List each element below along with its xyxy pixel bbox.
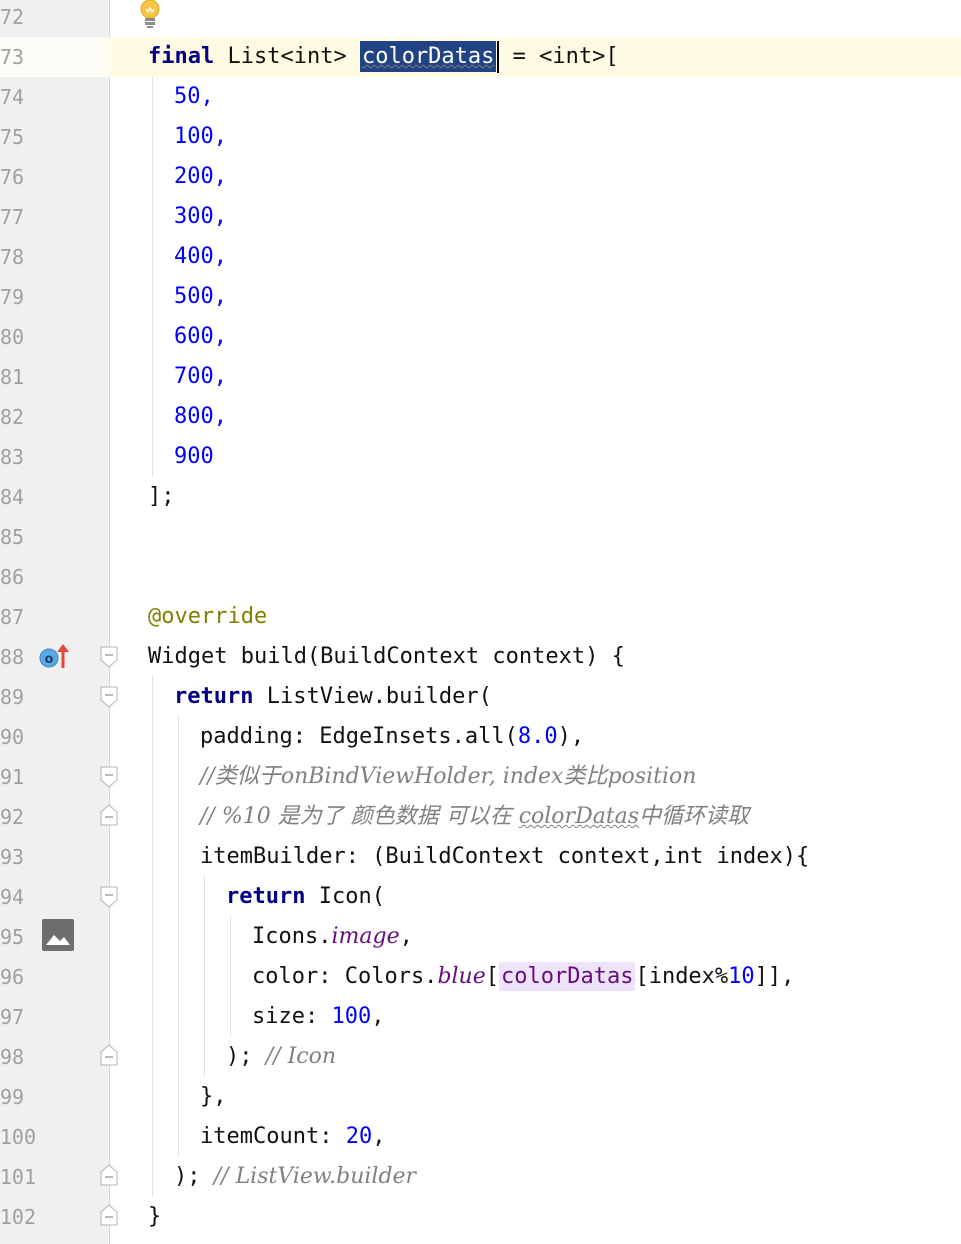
line-number: 75: [0, 125, 25, 149]
line-number: 89: [0, 685, 25, 709]
code-text[interactable]: },: [200, 1077, 227, 1117]
line-number: 76: [0, 165, 25, 189]
fold-end-icon[interactable]: [100, 1164, 118, 1186]
code-text[interactable]: }: [148, 1197, 161, 1237]
code-text[interactable]: ); // ListView.builder: [174, 1157, 416, 1197]
fold-end-icon[interactable]: [100, 1204, 118, 1226]
fold-end-icon[interactable]: [100, 1044, 118, 1066]
svg-text:o: o: [45, 652, 54, 667]
line-number: 93: [0, 845, 25, 869]
line-number: 102: [0, 1205, 36, 1229]
lightbulb-icon[interactable]: [139, 0, 161, 33]
line-number: 77: [0, 205, 25, 229]
code-text[interactable]: @override: [148, 597, 267, 637]
code-text[interactable]: final List<int> colorDatas = <int>[: [148, 37, 619, 77]
code-text[interactable]: 100,: [174, 117, 227, 157]
line-number: 79: [0, 285, 25, 309]
code-text[interactable]: 200,: [174, 157, 227, 197]
line-number: 82: [0, 405, 25, 429]
line-number: 73: [0, 45, 25, 69]
code-text[interactable]: 50,: [174, 77, 214, 117]
line-number: 88: [0, 645, 25, 669]
code-line: 72: [0, 0, 961, 37]
variable-reference-highlight[interactable]: colorDatas: [499, 962, 636, 991]
line-number: 81: [0, 365, 25, 389]
line-number: 98: [0, 1045, 25, 1069]
fold-collapse-icon[interactable]: [100, 646, 118, 668]
line-number: 96: [0, 965, 25, 989]
line-number: 87: [0, 605, 25, 629]
code-text[interactable]: 900: [174, 437, 214, 477]
code-text[interactable]: itemBuilder: (BuildContext context,int i…: [200, 837, 809, 877]
fold-collapse-icon[interactable]: [100, 766, 118, 788]
fold-collapse-icon[interactable]: [100, 686, 118, 708]
line-number: 84: [0, 485, 25, 509]
line-number: 95: [0, 925, 25, 949]
line-number: 83: [0, 445, 25, 469]
code-text[interactable]: 800,: [174, 397, 227, 437]
code-text[interactable]: 300,: [174, 197, 227, 237]
code-text[interactable]: 700,: [174, 357, 227, 397]
code-text[interactable]: 400,: [174, 237, 227, 277]
line-number: 97: [0, 1005, 25, 1029]
override-method-icon[interactable]: o: [39, 640, 71, 676]
line-number: 91: [0, 765, 25, 789]
fold-collapse-icon[interactable]: [100, 886, 118, 908]
fold-end-icon[interactable]: [100, 804, 118, 826]
code-text[interactable]: 500,: [174, 277, 227, 317]
line-number: 99: [0, 1085, 25, 1109]
code-text[interactable]: 600,: [174, 317, 227, 357]
code-text[interactable]: ];: [148, 477, 175, 517]
code-text[interactable]: itemCount: 20,: [200, 1117, 385, 1157]
line-number: 100: [0, 1125, 36, 1149]
selected-variable[interactable]: colorDatas: [359, 41, 497, 72]
code-text[interactable]: Icons.image,: [252, 917, 413, 957]
line-number: 94: [0, 885, 25, 909]
code-text[interactable]: return Icon(: [226, 877, 385, 917]
line-number: 90: [0, 725, 25, 749]
code-text[interactable]: Widget build(BuildContext context) {: [148, 637, 625, 677]
code-text[interactable]: color: Colors.blue[colorDatas[index%10]]…: [252, 957, 794, 997]
code-text[interactable]: padding: EdgeInsets.all(8.0),: [200, 717, 584, 757]
line-number: 85: [0, 525, 25, 549]
code-text[interactable]: return ListView.builder(: [174, 677, 492, 717]
code-text[interactable]: ); // Icon: [226, 1037, 336, 1077]
image-preview-icon[interactable]: [42, 919, 74, 955]
line-number: 92: [0, 805, 25, 829]
code-comment[interactable]: // %10 是为了 颜色数据 可以在 colorDatas中循环读取: [200, 797, 749, 837]
line-number: 72: [0, 5, 25, 29]
code-line: 73 final List<int> colorDatas = <int>[: [0, 37, 961, 77]
line-number: 101: [0, 1165, 36, 1189]
line-number: 80: [0, 325, 25, 349]
line-number: 74: [0, 85, 25, 109]
code-comment[interactable]: //类似于onBindViewHolder, index类比position: [200, 757, 696, 797]
line-number: 78: [0, 245, 25, 269]
line-number: 86: [0, 565, 25, 589]
code-text[interactable]: size: 100,: [252, 997, 384, 1037]
